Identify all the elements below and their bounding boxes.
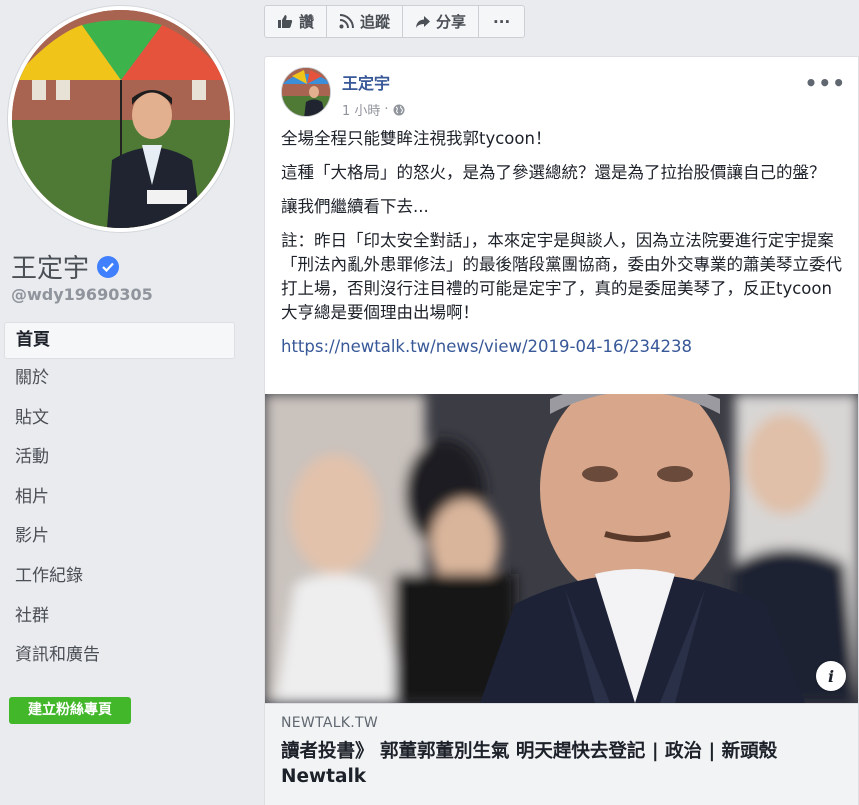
verified-badge-icon: [97, 255, 120, 278]
post-header: 王定宇 1 小時 ·: [281, 67, 405, 119]
page-action-bar: 讚 追蹤 分享 ···: [264, 5, 526, 38]
post-link[interactable]: https://newtalk.tw/news/view/2019-04-16/…: [281, 335, 847, 359]
nav-item-photos[interactable]: 相片: [4, 478, 235, 518]
page-nav: 首頁 關於 貼文 活動 相片 影片 工作紀錄 社群 資訊和廣告: [4, 322, 235, 676]
post-meta: 王定宇 1 小時 ·: [342, 70, 405, 119]
thumbs-up-icon: [278, 15, 293, 28]
nav-item-videos[interactable]: 影片: [4, 517, 235, 557]
post-text: 全場全程只能雙眸注視我郭tycoon！ 這種「大格局」的怒火，是為了參選總統？還…: [281, 127, 847, 369]
create-page-button[interactable]: 建立粉絲專頁: [9, 697, 131, 724]
profile-picture[interactable]: [8, 6, 234, 232]
follow-label: 追蹤: [360, 13, 391, 31]
post-paragraph: 這種「大格局」的怒火，是為了參選總統？還是為了拉抬股價讓自己的盤？: [281, 163, 826, 182]
post-paragraph: 全場全程只能雙眸注視我郭tycoon！: [281, 129, 552, 148]
nav-item-home[interactable]: 首頁: [4, 322, 235, 359]
post-time-text: 1 小時: [342, 104, 381, 119]
like-button[interactable]: 讚: [264, 5, 328, 38]
share-label: 分享: [436, 13, 467, 31]
share-button[interactable]: 分享: [403, 5, 480, 38]
post-options-icon[interactable]: •••: [805, 71, 846, 95]
link-preview-image[interactable]: i: [265, 394, 858, 703]
post-paragraph: 註：昨日「印太安全對話」，本來定宇是與談人，因為立法院要進行定宇提案「刑法內亂外…: [281, 231, 842, 322]
post-card: 王定宇 1 小時 · ••• 全場全程只能雙眸注視我郭tycoon！ 這種「大格…: [264, 56, 859, 805]
left-column: 王定宇 @wdy19690305 首頁 關於 貼文 活動 相片 影片 工作紀錄 …: [0, 0, 248, 805]
link-headline[interactable]: 讀者投書》 郭董郭董別生氣 明天趕快去登記 | 政治 | 新頭殼 Newtalk: [281, 739, 841, 789]
link-domain: NEWTALK.TW: [281, 715, 379, 731]
more-dots-icon: ···: [493, 12, 511, 31]
info-icon[interactable]: i: [816, 661, 846, 691]
post-author-avatar[interactable]: [281, 67, 331, 117]
more-options-button[interactable]: ···: [479, 5, 526, 38]
nav-item-posts[interactable]: 貼文: [4, 399, 235, 439]
separator-dot: ·: [384, 102, 389, 117]
avatar: [12, 10, 230, 228]
page-handle[interactable]: @wdy19690305: [11, 285, 153, 304]
follow-button[interactable]: 追蹤: [327, 5, 404, 38]
page-title[interactable]: 王定宇: [11, 248, 120, 285]
nav-item-community[interactable]: 社群: [4, 597, 235, 637]
nav-item-about[interactable]: 關於: [4, 359, 235, 399]
globe-icon: [393, 104, 405, 115]
post-author-name[interactable]: 王定宇: [342, 70, 405, 94]
nav-item-work[interactable]: 工作紀錄: [4, 557, 235, 597]
nav-item-events[interactable]: 活動: [4, 438, 235, 478]
link-preview-details[interactable]: NEWTALK.TW 讀者投書》 郭董郭董別生氣 明天趕快去登記 | 政治 | …: [265, 703, 858, 805]
nav-item-info-ads[interactable]: 資訊和廣告: [4, 636, 235, 676]
post-timestamp[interactable]: 1 小時 ·: [342, 100, 405, 119]
page-name-text: 王定宇: [11, 254, 90, 284]
like-label: 讚: [299, 13, 315, 31]
rss-icon: [339, 14, 355, 29]
share-arrow-icon: [416, 15, 431, 28]
post-paragraph: 讓我們繼續看下去...: [281, 197, 429, 216]
